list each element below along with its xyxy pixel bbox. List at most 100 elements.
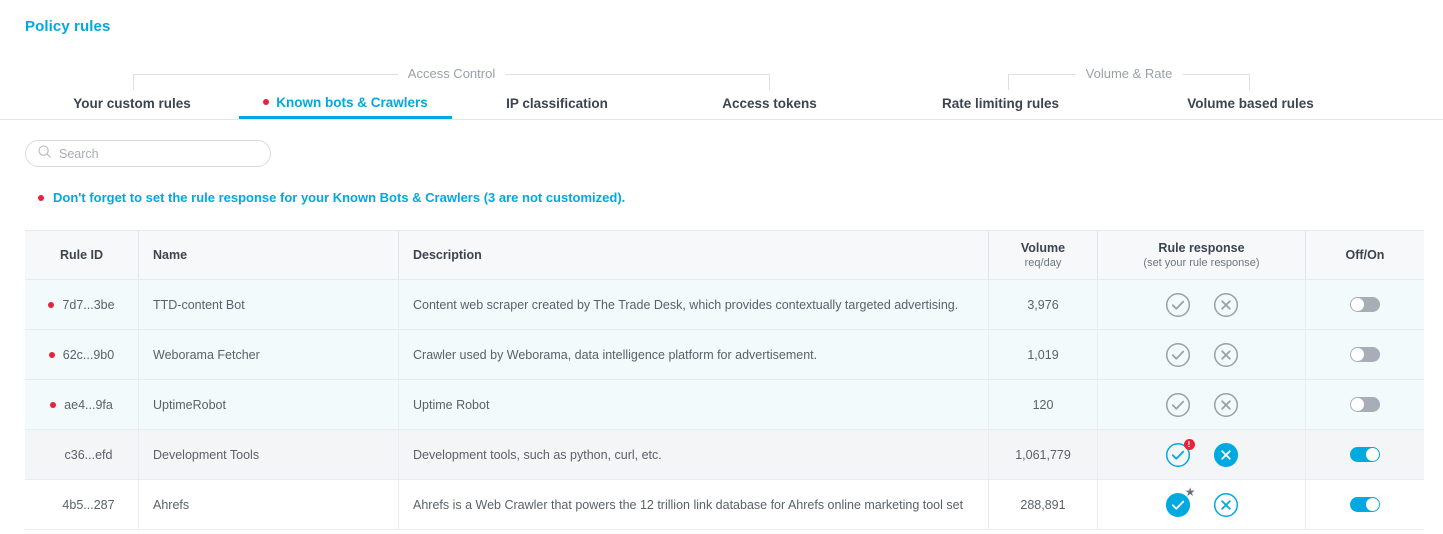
recommended-star-icon: ★ bbox=[1185, 486, 1196, 498]
cell-off-on bbox=[1305, 330, 1424, 379]
column-header-label: Name bbox=[153, 248, 384, 262]
column-header-response: Rule response (set your rule response) bbox=[1097, 231, 1305, 279]
tab-label: Access tokens bbox=[722, 96, 817, 111]
tab-alert-dot-icon bbox=[263, 99, 269, 105]
cell-description: Ahrefs is a Web Crawler that powers the … bbox=[398, 480, 988, 529]
tab-access-tokens[interactable]: Access tokens bbox=[662, 88, 877, 119]
page-title: Policy rules bbox=[25, 18, 110, 35]
cell-volume: 3,976 bbox=[988, 280, 1097, 329]
cell-rule-response bbox=[1097, 330, 1305, 379]
notice-text: Don't forget to set the rule response fo… bbox=[53, 190, 625, 205]
cell-description: Development tools, such as python, curl,… bbox=[398, 430, 988, 479]
tab-group-brackets: Access Control Volume & Rate bbox=[0, 62, 1443, 90]
not-customized-badge: ! bbox=[1184, 439, 1195, 450]
rule-id-text: 4b5...287 bbox=[62, 498, 114, 512]
tab-label: Rate limiting rules bbox=[942, 96, 1059, 111]
allow-check-circle-icon[interactable] bbox=[1165, 342, 1191, 368]
allow-check-circle-icon[interactable] bbox=[1165, 292, 1191, 318]
row-alert-dot-icon bbox=[48, 302, 54, 308]
tab-label: Known bots & Crawlers bbox=[276, 95, 428, 110]
rule-id-text: 7d7...3be bbox=[62, 298, 114, 312]
search-input[interactable] bbox=[59, 147, 239, 161]
tab-your-custom-rules[interactable]: Your custom rules bbox=[25, 88, 239, 119]
block-x-circle-icon[interactable] bbox=[1213, 442, 1239, 468]
row-alert-dot-icon bbox=[50, 402, 56, 408]
tab-bar: Your custom rules Known bots & Crawlers IP… bbox=[0, 88, 1443, 120]
table-row[interactable]: 4b5...287 AhrefsAhrefs is a Web Crawler t… bbox=[25, 480, 1424, 530]
rule-id-text: ae4...9fa bbox=[64, 398, 113, 412]
cell-rule-id: ae4...9fa bbox=[25, 380, 138, 429]
tab-label: IP classification bbox=[506, 96, 608, 111]
table-row[interactable]: ae4...9faUptimeRobotUptime Robot120 bbox=[25, 380, 1424, 430]
toggle-knob bbox=[1351, 348, 1364, 361]
rule-id-text: 62c...9b0 bbox=[63, 348, 114, 362]
rule-enabled-toggle[interactable] bbox=[1350, 447, 1380, 462]
rule-id-text: c36...efd bbox=[65, 448, 113, 462]
cell-rule-id: 62c...9b0 bbox=[25, 330, 138, 379]
cell-rule-response: ! bbox=[1097, 430, 1305, 479]
block-x-circle-icon[interactable] bbox=[1213, 342, 1239, 368]
column-header-label: Volume bbox=[1021, 241, 1065, 255]
allow-check-circle-icon[interactable] bbox=[1165, 392, 1191, 418]
search-box[interactable] bbox=[25, 140, 271, 167]
tab-label: Your custom rules bbox=[73, 96, 191, 111]
block-x-circle-icon[interactable] bbox=[1213, 292, 1239, 318]
cell-description: Crawler used by Weborama, data intellige… bbox=[398, 330, 988, 379]
tab-known-bots-crawlers[interactable]: Known bots & Crawlers bbox=[239, 88, 452, 119]
table-row[interactable]: c36...efdDevelopment ToolsDevelopment to… bbox=[25, 430, 1424, 480]
cell-volume: 1,061,779 bbox=[988, 430, 1097, 479]
allow-check-circle-icon[interactable]: ! bbox=[1165, 442, 1191, 468]
column-header-sublabel: req/day bbox=[1025, 257, 1062, 269]
search-icon bbox=[38, 145, 51, 163]
rule-enabled-toggle[interactable] bbox=[1350, 297, 1380, 312]
column-header-label: Description bbox=[413, 248, 974, 262]
cell-rule-id: 4b5...287 bbox=[25, 480, 138, 529]
cell-rule-id: c36...efd bbox=[25, 430, 138, 479]
table-row[interactable]: 62c...9b0 Weborama FetcherCrawler used by… bbox=[25, 330, 1424, 380]
cell-description: Uptime Robot bbox=[398, 380, 988, 429]
column-header-description: Description bbox=[398, 231, 988, 279]
cell-name: Ahrefs bbox=[138, 480, 398, 529]
column-header-label: Off/On bbox=[1346, 248, 1385, 262]
column-header-volume: Volume req/day bbox=[988, 231, 1097, 279]
column-header-onoff: Off/On bbox=[1305, 231, 1424, 279]
row-alert-dot-icon bbox=[49, 352, 55, 358]
column-header-name: Name bbox=[138, 231, 398, 279]
column-header-sublabel: (set your rule response) bbox=[1143, 257, 1259, 269]
column-header-label: Rule response bbox=[1158, 241, 1244, 255]
cell-name: UptimeRobot bbox=[138, 380, 398, 429]
cell-off-on bbox=[1305, 280, 1424, 329]
alert-dot-icon bbox=[38, 195, 44, 201]
cell-name: TTD-content Bot bbox=[138, 280, 398, 329]
toggle-knob bbox=[1351, 398, 1364, 411]
cell-off-on bbox=[1305, 480, 1424, 529]
cell-volume: 1,019 bbox=[988, 330, 1097, 379]
allow-check-circle-icon[interactable]: ★ bbox=[1165, 492, 1191, 518]
block-x-circle-icon[interactable] bbox=[1213, 492, 1239, 518]
cell-off-on bbox=[1305, 430, 1424, 479]
cell-off-on bbox=[1305, 380, 1424, 429]
cell-rule-response: ★ bbox=[1097, 480, 1305, 529]
cell-volume: 288,891 bbox=[988, 480, 1097, 529]
rule-enabled-toggle[interactable] bbox=[1350, 497, 1380, 512]
toggle-knob bbox=[1351, 298, 1364, 311]
table-body: 7d7...3be TTD-content BotContent web scra… bbox=[25, 280, 1424, 530]
rule-response-notice[interactable]: Don't forget to set the rule response fo… bbox=[38, 190, 625, 205]
column-header-label: Rule ID bbox=[60, 248, 103, 262]
tab-volume-based-rules[interactable]: Volume based rules bbox=[1143, 88, 1358, 119]
block-x-circle-icon[interactable] bbox=[1213, 392, 1239, 418]
policy-rules-table: Rule ID Name Description Volume req/day Rule … bbox=[25, 230, 1424, 530]
tab-ip-classification[interactable]: IP classification bbox=[452, 88, 662, 119]
rule-enabled-toggle[interactable] bbox=[1350, 397, 1380, 412]
cell-description: Content web scraper created by The Trade… bbox=[398, 280, 988, 329]
tab-group-label: Access Control bbox=[398, 66, 505, 81]
tab-label: Volume based rules bbox=[1187, 96, 1314, 111]
tab-group-label: Volume & Rate bbox=[1076, 66, 1183, 81]
table-header-row: Rule ID Name Description Volume req/day Rule … bbox=[25, 231, 1424, 280]
cell-rule-response bbox=[1097, 280, 1305, 329]
cell-name: Weborama Fetcher bbox=[138, 330, 398, 379]
table-row[interactable]: 7d7...3be TTD-content BotContent web scra… bbox=[25, 280, 1424, 330]
tab-rate-limiting-rules[interactable]: Rate limiting rules bbox=[893, 88, 1108, 119]
rule-enabled-toggle[interactable] bbox=[1350, 347, 1380, 362]
cell-rule-id: 7d7...3be bbox=[25, 280, 138, 329]
